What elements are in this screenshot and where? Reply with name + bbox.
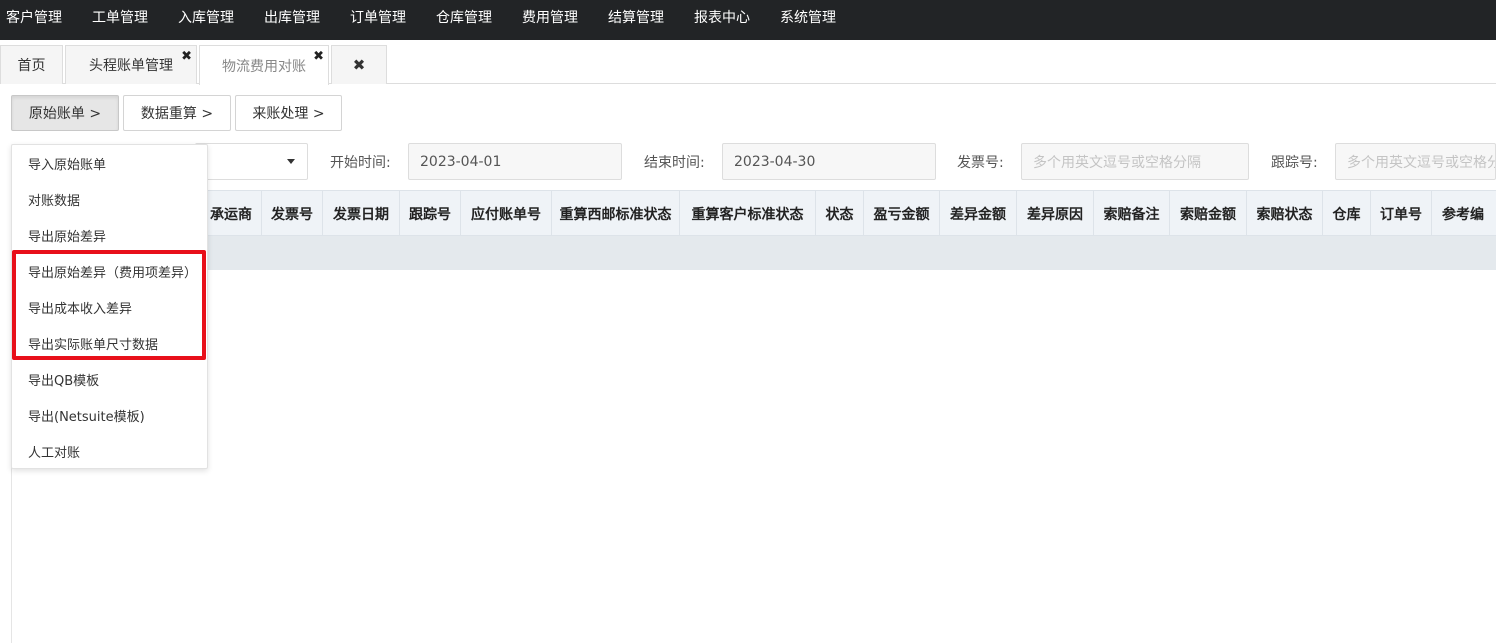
th-reference[interactable]: 参考编: [1432, 191, 1496, 236]
tab-label: 头程账单管理: [89, 58, 173, 74]
table-header: 承运商 发票号 发票日期 跟踪号 应付账单号 重算西邮标准状态 重算客户标准状态…: [12, 190, 1496, 236]
th-order-no[interactable]: 订单号: [1371, 191, 1432, 236]
menu-manual-reconcile[interactable]: 人工对账: [12, 433, 207, 469]
th-claim-note[interactable]: 索赔备注: [1094, 191, 1170, 236]
tab-label: 物流费用对账: [222, 58, 306, 75]
top-nav: 客户管理 工单管理 入库管理 出库管理 订单管理 仓库管理 费用管理 结算管理 …: [0, 0, 1496, 40]
th-diff-amount[interactable]: 差异金额: [940, 191, 1017, 236]
nav-order[interactable]: 订单管理: [335, 0, 421, 40]
table-empty-row: [12, 236, 1496, 270]
nav-warehouse[interactable]: 仓库管理: [421, 0, 507, 40]
th-invoice[interactable]: 发票号: [262, 191, 323, 236]
menu-reconcile-data[interactable]: 对账数据: [12, 181, 207, 217]
th-profit[interactable]: 盈亏金额: [864, 191, 940, 236]
end-time-input[interactable]: 2023-04-30: [722, 143, 936, 180]
nav-inbound[interactable]: 入库管理: [163, 0, 249, 40]
menu-export-qb[interactable]: 导出QB模板: [12, 361, 207, 397]
nav-report[interactable]: 报表中心: [679, 0, 765, 40]
menu-export-size-data[interactable]: 导出实际账单尺寸数据: [12, 325, 207, 361]
menu-export-cost-income-diff[interactable]: 导出成本收入差异: [12, 289, 207, 325]
nav-customer[interactable]: 客户管理: [0, 0, 77, 40]
tab-label: 首页: [17, 58, 46, 74]
tab-logistics[interactable]: 物流费用对账 ✖: [199, 45, 329, 85]
th-warehouse[interactable]: 仓库: [1323, 191, 1371, 236]
th-tracking[interactable]: 跟踪号: [400, 191, 461, 236]
nav-settlement[interactable]: 结算管理: [593, 0, 679, 40]
caret-down-icon: [287, 159, 295, 164]
tracking-input[interactable]: 多个用英文逗号或空格分隔: [1335, 143, 1496, 180]
th-invoice-date[interactable]: 发票日期: [323, 191, 400, 236]
original-bill-dropdown: 导入原始账单 对账数据 导出原始差异 导出原始差异（费用项差异） 导出成本收入差…: [11, 144, 208, 469]
close-icon[interactable]: ✖: [181, 50, 192, 63]
th-status[interactable]: 状态: [816, 191, 864, 236]
th-recalc-std[interactable]: 重算西邮标准状态: [552, 191, 680, 236]
th-recalc-cust[interactable]: 重算客户标准状态: [680, 191, 816, 236]
data-table: 承运商 发票号 发票日期 跟踪号 应付账单号 重算西邮标准状态 重算客户标准状态…: [11, 190, 1496, 643]
invoice-input[interactable]: 多个用英文逗号或空格分隔: [1021, 143, 1249, 180]
invoice-label: 发票号:: [957, 155, 1004, 171]
tab-home[interactable]: 首页: [0, 45, 63, 84]
close-icon[interactable]: ✖: [353, 56, 366, 74]
th-payable-bill[interactable]: 应付账单号: [461, 191, 552, 236]
th-diff-reason[interactable]: 差异原因: [1017, 191, 1094, 236]
nav-workorder[interactable]: 工单管理: [77, 0, 163, 40]
nav-system[interactable]: 系统管理: [765, 0, 851, 40]
incoming-button[interactable]: 来账处理 >: [235, 95, 342, 131]
start-time-input[interactable]: 2023-04-01: [408, 143, 622, 180]
menu-export-fee-item-diff[interactable]: 导出原始差异（费用项差异）: [12, 253, 207, 289]
nav-fee[interactable]: 费用管理: [507, 0, 593, 40]
tab-bar: 首页 头程账单管理 ✖ 物流费用对账 ✖ ✖: [0, 45, 1496, 85]
menu-export-netsuite[interactable]: 导出(Netsuite模板): [12, 397, 207, 433]
menu-export-original-diff[interactable]: 导出原始差异: [12, 217, 207, 253]
th-claim-amount[interactable]: 索赔金额: [1170, 191, 1247, 236]
tab-head-bill[interactable]: 头程账单管理 ✖: [65, 45, 197, 84]
menu-import-original[interactable]: 导入原始账单: [12, 145, 207, 181]
tab-close-all[interactable]: ✖: [331, 45, 387, 84]
nav-outbound[interactable]: 出库管理: [249, 0, 335, 40]
close-icon[interactable]: ✖: [313, 50, 324, 63]
original-bill-button[interactable]: 原始账单 >: [11, 95, 119, 131]
carrier-select[interactable]: [195, 143, 308, 180]
end-time-label: 结束时间:: [644, 155, 705, 171]
start-time-label: 开始时间:: [330, 155, 391, 171]
th-claim-status[interactable]: 索赔状态: [1247, 191, 1323, 236]
tracking-label: 跟踪号:: [1271, 155, 1318, 171]
recalc-button[interactable]: 数据重算 >: [123, 95, 231, 131]
